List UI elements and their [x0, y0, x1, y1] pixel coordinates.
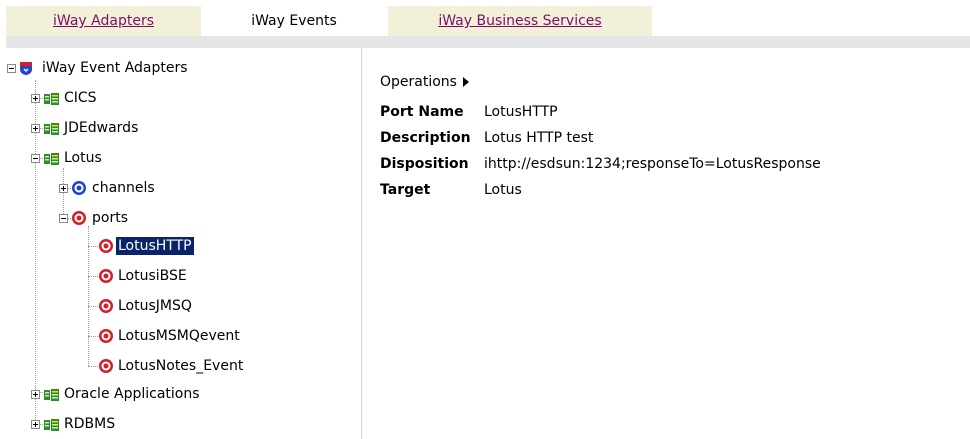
- tree-item-label: LotusiBSE: [118, 268, 187, 284]
- adapter-icon: [44, 387, 60, 409]
- tree-item-oracle-applications[interactable]: Oracle Applications: [0, 383, 300, 405]
- expand-toggle[interactable]: [59, 184, 68, 193]
- tree-item-label: LotusJMSQ: [118, 298, 192, 314]
- collapse-toggle[interactable]: [59, 214, 68, 223]
- adapter-icon: [44, 417, 60, 439]
- event-adapters-shield-icon: [18, 60, 34, 83]
- collapse-toggle[interactable]: [7, 64, 16, 73]
- tree-item-port-lotushttp[interactable]: LotusHTTP: [0, 235, 300, 257]
- triangle-right-icon: [462, 77, 469, 87]
- tree-pane[interactable]: iWay Event Adapters CICS JDEdwards Lotus…: [0, 48, 362, 439]
- tree-item-cics[interactable]: CICS: [0, 87, 300, 109]
- property-disposition: Disposition ihttp://esdsun:1234;responseT…: [380, 156, 821, 172]
- tree-item-port-lotusjmsq[interactable]: LotusJMSQ: [0, 295, 300, 317]
- channel-target-icon: [71, 180, 87, 203]
- port-target-icon: [98, 238, 114, 261]
- tree-item-port-lotusmsmqevent[interactable]: LotusMSMQevent: [0, 325, 300, 347]
- tree-item-port-lotusnotes-event[interactable]: LotusNotes_Event: [0, 355, 300, 377]
- operations-menu[interactable]: Operations: [380, 74, 469, 90]
- tab-strip: [6, 36, 970, 48]
- property-description: Description Lotus HTTP test: [380, 130, 593, 146]
- port-target-icon: [98, 358, 114, 381]
- port-target-icon: [98, 268, 114, 291]
- tree-item-port-lotusibse[interactable]: LotusiBSE: [0, 265, 300, 287]
- tab-iway-events[interactable]: iWay Events: [214, 6, 374, 36]
- expand-toggle[interactable]: [31, 390, 40, 399]
- tree-item-label: JDEdwards: [64, 120, 139, 136]
- tree-item-label: LotusNotes_Event: [118, 358, 244, 374]
- port-target-icon: [98, 328, 114, 351]
- property-value: LotusHTTP: [484, 104, 558, 120]
- tree-item-label: channels: [92, 180, 155, 196]
- operations-label: Operations: [380, 74, 457, 90]
- adapter-icon: [44, 121, 60, 143]
- tree-root-label: iWay Event Adapters: [42, 60, 188, 76]
- tree-item-ports[interactable]: ports: [0, 207, 300, 229]
- property-target: Target Lotus: [380, 182, 522, 198]
- tree-item-rdbms[interactable]: RDBMS: [0, 413, 300, 435]
- property-key: Description: [380, 130, 471, 146]
- tree-root[interactable]: iWay Event Adapters: [0, 57, 300, 79]
- property-value: Lotus: [484, 182, 522, 198]
- tree-item-channels[interactable]: channels: [0, 177, 300, 199]
- property-key: Target: [380, 182, 431, 198]
- tree-item-label: CICS: [64, 90, 97, 106]
- tree-item-label: RDBMS: [64, 416, 116, 432]
- expand-toggle[interactable]: [31, 124, 40, 133]
- property-value: ihttp://esdsun:1234;responseTo=LotusResp…: [484, 156, 821, 172]
- tree-item-label: ports: [92, 210, 128, 226]
- port-target-icon: [98, 298, 114, 321]
- tree-item-label: LotusHTTP: [116, 237, 194, 255]
- property-key: Port Name: [380, 104, 464, 120]
- expand-toggle[interactable]: [31, 94, 40, 103]
- expand-toggle[interactable]: [31, 420, 40, 429]
- tree-item-lotus[interactable]: Lotus: [0, 147, 300, 169]
- collapse-toggle[interactable]: [31, 154, 40, 163]
- tab-bar: iWay Adapters iWay Events iWay Business …: [0, 0, 970, 48]
- tree-item-label: Oracle Applications: [64, 386, 200, 402]
- tab-iway-adapters[interactable]: iWay Adapters: [6, 6, 201, 36]
- property-port-name: Port Name LotusHTTP: [380, 104, 558, 120]
- tree-item-jdedwards[interactable]: JDEdwards: [0, 117, 300, 139]
- tree-item-label: Lotus: [64, 150, 102, 166]
- tree-item-label: LotusMSMQevent: [118, 328, 240, 344]
- tab-iway-business-services[interactable]: iWay Business Services: [388, 6, 652, 36]
- adapter-icon: [44, 151, 60, 173]
- adapter-icon: [44, 91, 60, 113]
- property-value: Lotus HTTP test: [484, 130, 594, 146]
- property-key: Disposition: [380, 156, 469, 172]
- port-target-icon: [71, 210, 87, 233]
